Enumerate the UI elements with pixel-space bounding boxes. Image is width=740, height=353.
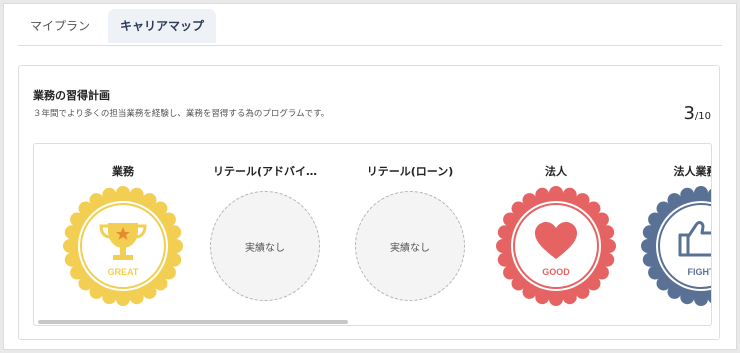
seal-scallop bbox=[522, 193, 537, 208]
seal-scallop bbox=[78, 201, 93, 216]
seal-scallop bbox=[63, 239, 77, 253]
progress-counter: 3/10 bbox=[683, 103, 711, 124]
badge-item-gyomu[interactable]: 業務 GREAT bbox=[62, 144, 184, 324]
badge-item-corporate-business[interactable]: 法人業務コ FIGHT bbox=[640, 144, 713, 324]
seal-scallop bbox=[70, 265, 85, 280]
seal-scallop bbox=[153, 276, 168, 291]
badge-label: リテール(アドバイ… bbox=[212, 165, 318, 178]
seal-scallop bbox=[586, 201, 601, 216]
seal-scallop bbox=[600, 225, 615, 240]
horizontal-scrollbar[interactable] bbox=[34, 320, 711, 325]
seal-scallop bbox=[535, 290, 550, 305]
seal-scallop bbox=[497, 225, 512, 240]
badge-item-retail-advice[interactable]: リテール(アドバイ… 実績なし bbox=[204, 144, 326, 324]
seal-scallop bbox=[594, 212, 609, 227]
tab-my-plan[interactable]: マイプラン bbox=[18, 9, 108, 43]
seal-scallop bbox=[102, 290, 117, 305]
tab-divider bbox=[18, 45, 722, 46]
seal-scallop bbox=[64, 225, 79, 240]
empty-badge: 実績なし bbox=[204, 185, 326, 307]
seal-scallop bbox=[142, 284, 157, 299]
app-frame: マイプラン キャリアマップ 業務の習得計画 ３年間でより多くの担当業務を経験し、… bbox=[3, 3, 737, 350]
seal-scallop bbox=[642, 225, 657, 240]
seal-scallop bbox=[169, 239, 183, 253]
seal-scallop bbox=[89, 193, 104, 208]
seal-scallop bbox=[656, 276, 671, 291]
seal-scallop bbox=[102, 187, 117, 202]
seal-scallop bbox=[511, 201, 526, 216]
badge-text: GOOD bbox=[542, 267, 570, 277]
seal-scallop bbox=[161, 212, 176, 227]
seal-scallop bbox=[600, 252, 615, 267]
seal-scallop bbox=[129, 187, 144, 202]
seal-scallop bbox=[586, 276, 601, 291]
seal-scallop bbox=[78, 276, 93, 291]
seal-scallop bbox=[575, 284, 590, 299]
seal-scallop bbox=[161, 265, 176, 280]
seal-scallop bbox=[503, 212, 518, 227]
seal-scallop bbox=[642, 252, 657, 267]
seal-scallop bbox=[116, 186, 130, 200]
badge-item-corporate[interactable]: 法人 GOOD bbox=[495, 144, 617, 324]
seal-scallop bbox=[594, 265, 609, 280]
good-badge: GOOD bbox=[496, 186, 616, 306]
badge-item-retail-loan[interactable]: リテール(ローン) 実績なし bbox=[349, 144, 471, 324]
empty-badge: 実績なし bbox=[349, 185, 471, 307]
seal-scallop bbox=[511, 276, 526, 291]
empty-badge-circle: 実績なし bbox=[355, 191, 465, 301]
counter-total: /10 bbox=[694, 111, 711, 122]
badge-label: 業務 bbox=[112, 165, 134, 178]
seal-scallop bbox=[503, 265, 518, 280]
skill-plan-panel: 業務の習得計画 ３年間でより多くの担当業務を経験し、業務を習得する為のプログラム… bbox=[18, 65, 720, 340]
great-badge: GREAT bbox=[63, 186, 183, 306]
badge-carousel[interactable]: 業務 GREAT リテール(アドバイ… 実績なし リテール(ローン) 実績なし … bbox=[33, 143, 712, 326]
tab-career-map[interactable]: キャリアマップ bbox=[108, 9, 216, 43]
seal-scallop bbox=[167, 252, 182, 267]
seal-scallop bbox=[648, 212, 663, 227]
seal-scallop bbox=[116, 292, 130, 306]
empty-badge-circle: 実績なし bbox=[210, 191, 320, 301]
seal-scallop bbox=[562, 290, 577, 305]
badge-text: GREAT bbox=[108, 267, 139, 277]
badge-label: リテール(ローン) bbox=[366, 165, 454, 178]
panel-title: 業務の習得計画 bbox=[33, 89, 110, 102]
seal-scallop bbox=[549, 292, 563, 306]
seal-scallop bbox=[694, 292, 708, 306]
panel-description: ３年間でより多くの担当業務を経験し、業務を習得する為のプログラムです。 bbox=[33, 109, 330, 119]
seal-scallop bbox=[667, 284, 682, 299]
seal-scallop bbox=[648, 265, 663, 280]
seal-scallop bbox=[522, 284, 537, 299]
seal-scallop bbox=[549, 186, 563, 200]
seal-scallop bbox=[602, 239, 616, 253]
seal-scallop bbox=[129, 290, 144, 305]
seal-scallop bbox=[153, 201, 168, 216]
seal-scallop bbox=[89, 284, 104, 299]
seal-scallop bbox=[562, 187, 577, 202]
counter-current: 3 bbox=[683, 103, 695, 124]
seal-scallop bbox=[680, 187, 695, 202]
seal-scallop bbox=[535, 187, 550, 202]
seal-scallop bbox=[641, 239, 655, 253]
seal-scallop bbox=[694, 186, 708, 200]
seal-scallop bbox=[167, 225, 182, 240]
scrollbar-thumb[interactable] bbox=[38, 320, 348, 324]
seal-scallop bbox=[496, 239, 510, 253]
seal-scallop bbox=[497, 252, 512, 267]
badge-text: FIGHT bbox=[688, 267, 713, 277]
seal-scallop bbox=[680, 290, 695, 305]
fight-badge: FIGHT bbox=[641, 186, 713, 306]
seal-scallop bbox=[575, 193, 590, 208]
seal-scallop bbox=[142, 193, 157, 208]
badge-label: 法人業務コ bbox=[673, 165, 712, 178]
badge-label: 法人 bbox=[545, 165, 567, 178]
seal-scallop bbox=[656, 201, 671, 216]
seal-scallop bbox=[667, 193, 682, 208]
seal-scallop bbox=[70, 212, 85, 227]
seal-scallop bbox=[64, 252, 79, 267]
